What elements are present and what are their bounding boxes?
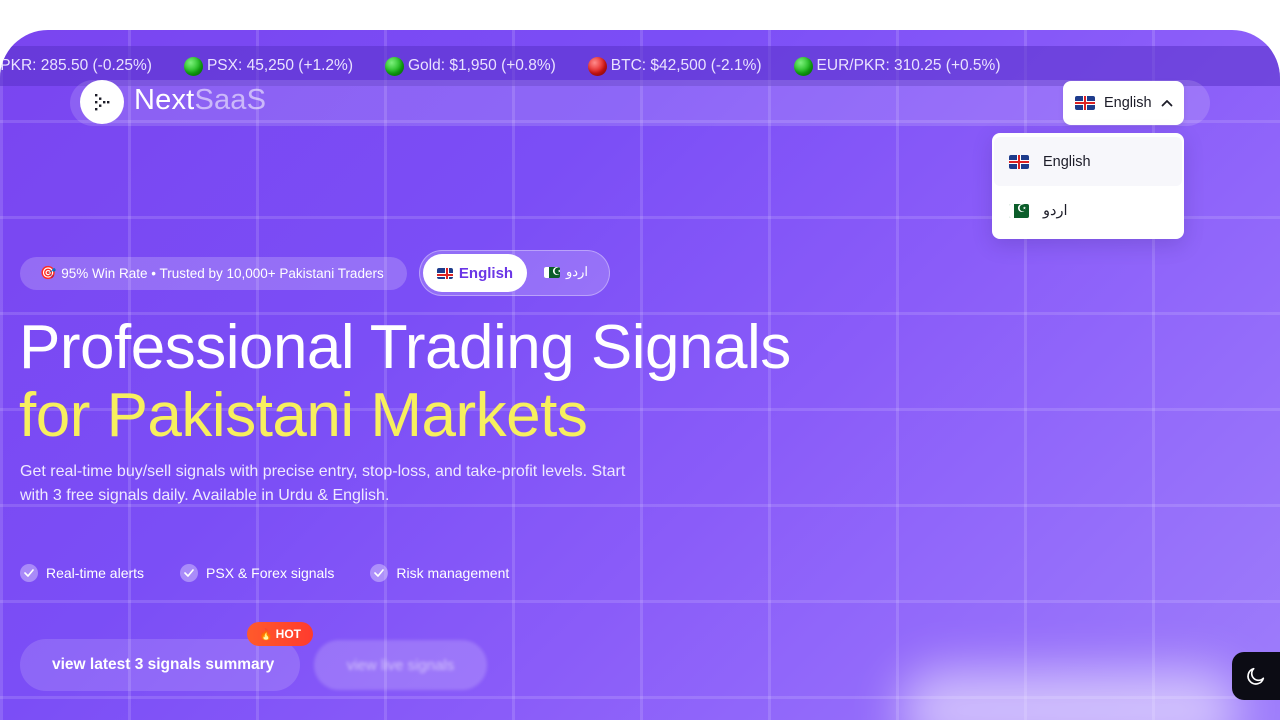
trend-up-icon: [385, 56, 404, 76]
check-icon: [20, 564, 38, 582]
language-option-english[interactable]: English: [994, 137, 1182, 186]
uk-flag-icon: [1009, 154, 1029, 169]
ticker-item-usd-pkr: /PKR: 285.50 (-0.25%): [0, 57, 152, 74]
hot-badge: 🔥 HOT: [247, 622, 313, 646]
trend-down-icon: [587, 56, 607, 76]
feature-list: Real-time alerts PSX & Forex signals Ris…: [20, 564, 545, 582]
chevron-up-icon: [1161, 100, 1172, 107]
brand-name[interactable]: NextSaaS: [134, 84, 266, 117]
trend-up-icon: [183, 56, 203, 76]
ticker-item-psx: PSX: 45,250 (+1.2%): [183, 56, 353, 76]
logo-arrow-icon: [95, 94, 110, 111]
fire-icon: 🔥: [258, 627, 273, 641]
view-live-signals-button[interactable]: view live signals: [314, 640, 487, 690]
toggle-english[interactable]: English: [423, 254, 527, 292]
ticker-item-gold: Gold: $1,950 (+0.8%): [385, 56, 556, 76]
hero-description: Get real-time buy/sell signals with prec…: [20, 463, 626, 504]
hero-title-highlight: for Pakistani Markets: [19, 381, 588, 450]
language-toggle: English اردو: [419, 250, 610, 296]
uk-flag-icon: [436, 267, 453, 279]
language-dropdown: English اردو: [992, 133, 1184, 239]
moon-icon: [1247, 667, 1265, 685]
language-selector-button[interactable]: English: [1063, 81, 1184, 125]
check-icon: [370, 564, 389, 582]
uk-flag-icon: [1075, 96, 1095, 110]
pakistan-flag-icon: [1009, 203, 1029, 218]
ticker-item-btc: BTC: $42,500 (-2.1%): [587, 56, 762, 76]
pakistan-flag-icon: [544, 266, 560, 278]
feature-item: Real-time alerts: [20, 564, 144, 582]
check-icon: [180, 564, 199, 582]
feature-item: Risk management: [370, 564, 509, 582]
ticker-item-eur-pkr: EUR/PKR: 310.25 (+0.5%): [793, 56, 1000, 76]
view-signals-summary-button[interactable]: view latest 3 signals summary: [20, 639, 300, 691]
theme-toggle-button[interactable]: [1232, 652, 1280, 700]
trend-up-icon: [793, 56, 813, 76]
target-icon: 🎯: [40, 266, 57, 281]
language-option-urdu[interactable]: اردو: [992, 186, 1184, 235]
feature-item: PSX & Forex signals: [180, 564, 334, 582]
trust-badge: 🎯 95% Win Rate • Trusted by 10,000+ Paki…: [20, 257, 407, 290]
toggle-urdu[interactable]: اردو: [544, 264, 588, 280]
hero-section: /PKR: 285.50 (-0.25%) PSX: 45,250 (+1.2%…: [0, 30, 1280, 720]
hero-title: Professional Trading Signals: [19, 313, 791, 382]
background-glow: [900, 670, 1240, 720]
logo-icon[interactable]: [80, 80, 124, 124]
